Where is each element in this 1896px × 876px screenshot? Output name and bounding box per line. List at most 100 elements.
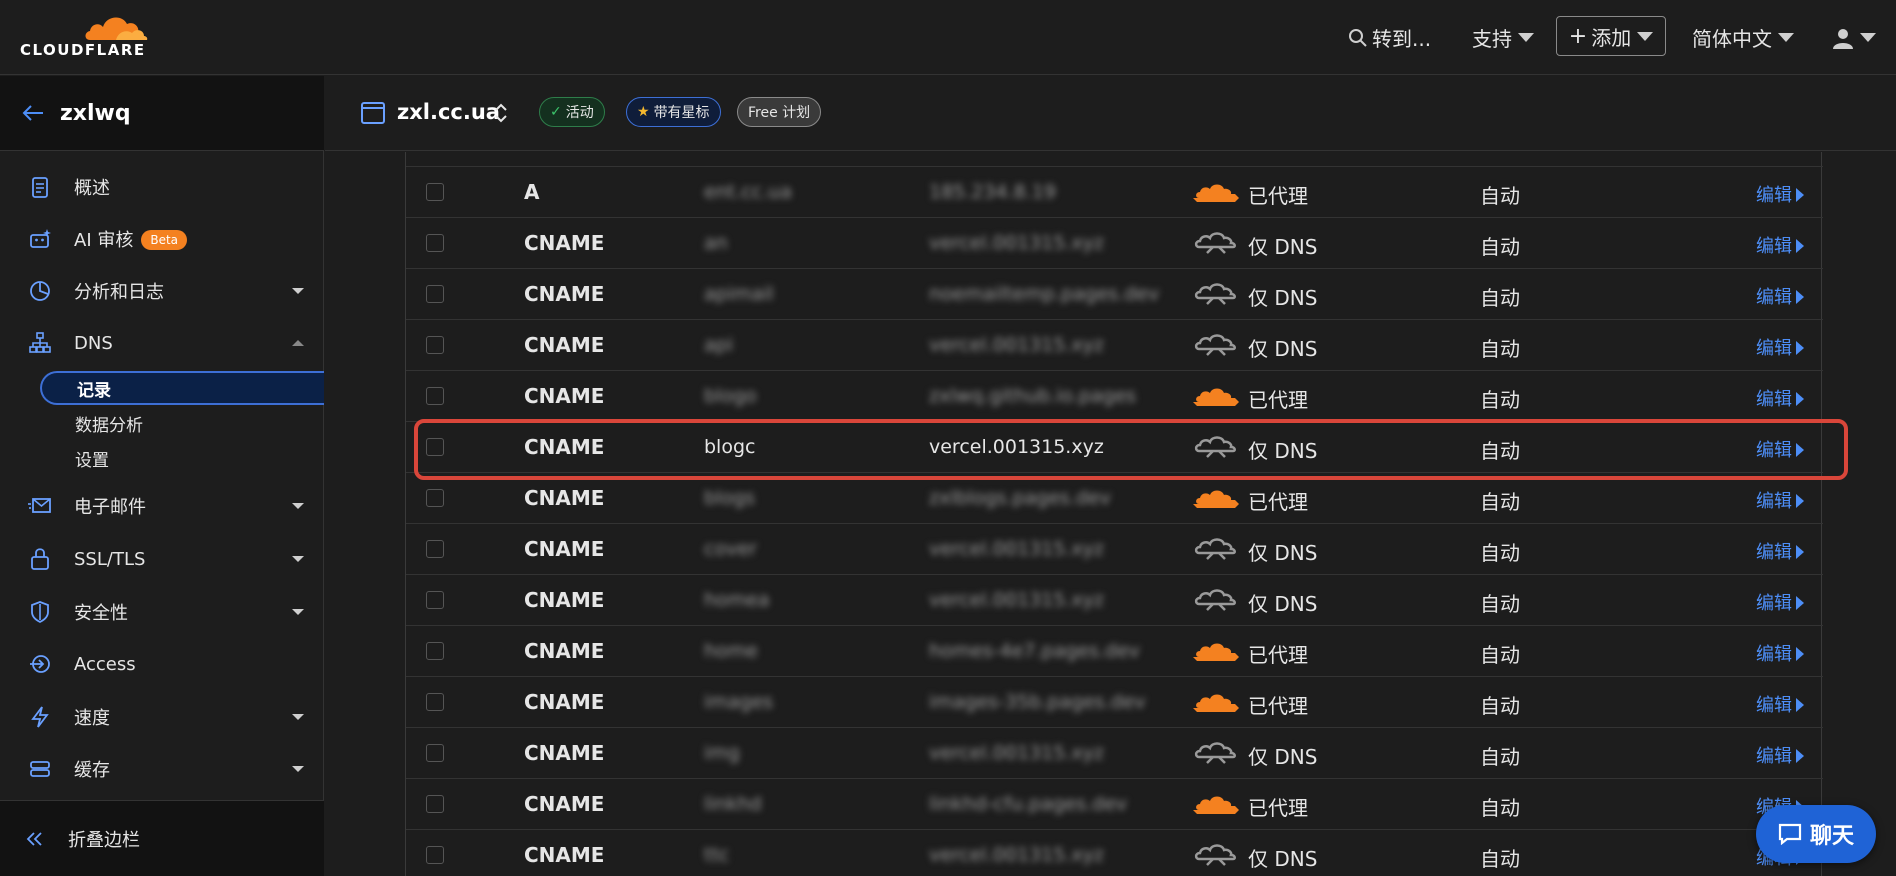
record-ttl: 自动 xyxy=(1480,847,1520,871)
record-content: zxlblogs.pages.dev xyxy=(929,487,1111,509)
row-checkbox[interactable] xyxy=(426,234,444,252)
plan-label: Free 计划 xyxy=(748,105,811,121)
sidebar-item-label: 速度 xyxy=(74,708,110,729)
sidebar-item-analytics[interactable]: 分析和日志 xyxy=(0,268,324,314)
table-row: CNAME images images-35b.pages.dev 已代理 自动 编辑 xyxy=(406,676,1823,727)
row-checkbox[interactable] xyxy=(426,183,444,201)
record-content: homes-4e7.pages.dev xyxy=(929,640,1140,662)
record-name: ent.cc.ua xyxy=(704,181,792,203)
cloudflare-logo[interactable]: CLOUDFLARE xyxy=(20,10,155,60)
sidebar-subitem-dns-settings[interactable]: 设置 xyxy=(40,441,324,475)
record-type: CNAME xyxy=(524,843,605,867)
record-ttl: 自动 xyxy=(1480,184,1520,208)
edit-record-link[interactable]: 编辑 xyxy=(1756,181,1804,207)
sidebar-item-access[interactable]: Access xyxy=(0,641,324,687)
browser-window-icon xyxy=(361,102,385,124)
record-content: images-35b.pages.dev xyxy=(929,691,1146,713)
edit-record-link[interactable]: 编辑 xyxy=(1756,742,1804,768)
table-row: CNAME home homes-4e7.pages.dev 已代理 自动 编辑 xyxy=(406,625,1823,676)
row-checkbox[interactable] xyxy=(426,744,444,762)
sidebar-item-security[interactable]: 安全性 xyxy=(0,589,324,635)
record-content: linkhd-cfu.pages.dev xyxy=(929,793,1128,815)
edit-record-link[interactable]: 编辑 xyxy=(1756,538,1804,564)
sidebar-subitem-dns-analytics[interactable]: 数据分析 xyxy=(40,406,324,440)
collapse-sidebar-label: 折叠边栏 xyxy=(68,829,140,851)
proxy-status: 已代理 xyxy=(1248,694,1308,718)
record-name: blogo xyxy=(704,385,757,407)
sidebar-item-ai-audit[interactable]: AI 审核 Beta xyxy=(0,216,324,262)
language-menu[interactable]: 简体中文 xyxy=(1692,0,1794,75)
language-label: 简体中文 xyxy=(1692,27,1772,51)
sidebar-item-ssl-tls[interactable]: SSL/TLS xyxy=(0,536,324,582)
access-icon xyxy=(30,655,50,673)
edit-record-link[interactable]: 编辑 xyxy=(1756,283,1804,309)
collapse-sidebar-button[interactable]: 折叠边栏 xyxy=(0,800,324,876)
sidebar-item-overview[interactable]: 概述 xyxy=(0,164,324,210)
dns-only-cloud-icon xyxy=(1194,844,1236,866)
edit-record-link[interactable]: 编辑 xyxy=(1756,334,1804,360)
search-button[interactable]: 转到... xyxy=(1348,0,1431,75)
dns-only-cloud-icon xyxy=(1194,283,1236,305)
dns-only-cloud-icon xyxy=(1194,538,1236,560)
row-checkbox[interactable] xyxy=(426,540,444,558)
table-row: CNAME homea vercel.001315.xyz 仅 DNS 自动 编辑 xyxy=(406,574,1823,625)
row-checkbox[interactable] xyxy=(426,795,444,813)
user-icon xyxy=(1833,28,1853,49)
record-content: vercel.001315.xyz xyxy=(929,334,1104,356)
star-badge[interactable]: ★ 带有星标 xyxy=(626,97,721,127)
record-content: zxlwq.github.io.pages xyxy=(929,385,1137,407)
row-checkbox[interactable] xyxy=(426,285,444,303)
table-row: CNAME img vercel.001315.xyz 仅 DNS 自动 编辑 xyxy=(406,727,1823,778)
edit-record-link[interactable]: 编辑 xyxy=(1756,436,1804,462)
record-content: 185.234.8.19 xyxy=(929,181,1056,203)
edit-record-link[interactable]: 编辑 xyxy=(1756,691,1804,717)
row-checkbox[interactable] xyxy=(426,489,444,507)
table-row: CNAME api vercel.001315.xyz 仅 DNS 自动 编辑 xyxy=(406,319,1823,370)
sidebar-item-email[interactable]: 电子邮件 xyxy=(0,483,324,529)
status-badge: ✓ 活动 xyxy=(539,97,605,127)
edit-record-link[interactable]: 编辑 xyxy=(1756,640,1804,666)
row-checkbox[interactable] xyxy=(426,693,444,711)
record-type: CNAME xyxy=(524,639,605,663)
row-checkbox[interactable] xyxy=(426,846,444,864)
edit-record-link[interactable]: 编辑 xyxy=(1756,232,1804,258)
record-ttl: 自动 xyxy=(1480,745,1520,769)
search-icon xyxy=(1349,28,1367,47)
table-row: CNAME cover vercel.001315.xyz 仅 DNS 自动 编辑 xyxy=(406,523,1823,574)
sidebar-subitem-records[interactable]: 记录 xyxy=(40,371,324,405)
table-row: CNAME an vercel.001315.xyz 仅 DNS 自动 编辑 xyxy=(406,217,1823,268)
sidebar-item-cache[interactable]: 缓存 xyxy=(0,746,324,792)
proxy-status: 已代理 xyxy=(1248,388,1308,412)
record-ttl: 自动 xyxy=(1480,490,1520,514)
sidebar-item-dns[interactable]: DNS xyxy=(0,320,324,366)
edit-record-link[interactable]: 编辑 xyxy=(1756,385,1804,411)
sidebar-item-label: 电子邮件 xyxy=(74,497,146,518)
sidebar-item-label: Access xyxy=(74,653,136,675)
record-ttl: 自动 xyxy=(1480,235,1520,259)
row-checkbox[interactable] xyxy=(426,642,444,660)
support-menu[interactable]: 支持 xyxy=(1472,0,1534,75)
dns-records-panel: Aent.cc.ua 185.234.8.19 已代理 自动 编辑 CNAME an verc… xyxy=(325,152,1896,876)
user-menu[interactable] xyxy=(1832,0,1876,75)
edit-record-link[interactable]: 编辑 xyxy=(1756,589,1804,615)
chat-button[interactable]: 聊天 xyxy=(1756,805,1876,863)
back-arrow-icon[interactable] xyxy=(22,104,44,122)
proxy-status: 仅 DNS xyxy=(1248,337,1318,361)
row-checkbox[interactable] xyxy=(426,387,444,405)
row-checkbox[interactable] xyxy=(426,438,444,456)
sidebar-item-speed[interactable]: 速度 xyxy=(0,694,324,740)
zone-name[interactable]: zxl.cc.ua xyxy=(397,100,500,124)
proxy-status: 已代理 xyxy=(1248,490,1308,514)
account-name: zxlwq xyxy=(60,100,131,126)
record-content: vercel.001315.xyz xyxy=(929,538,1104,560)
row-checkbox[interactable] xyxy=(426,336,444,354)
chevron-up-down-icon[interactable] xyxy=(493,101,509,125)
table-row: Aent.cc.ua 185.234.8.19 已代理 自动 编辑 xyxy=(406,166,1823,217)
edit-record-link[interactable]: 编辑 xyxy=(1756,487,1804,513)
row-checkbox[interactable] xyxy=(426,591,444,609)
record-ttl: 自动 xyxy=(1480,541,1520,565)
record-content: vercel.001315.xyz xyxy=(929,742,1104,764)
record-ttl: 自动 xyxy=(1480,337,1520,361)
sidebar: zxlwq 概述 AI 审核 Beta 分析和日志 DNS 记录 数据分析 设置 … xyxy=(0,76,324,876)
add-button[interactable]: + 添加 xyxy=(1556,16,1666,56)
